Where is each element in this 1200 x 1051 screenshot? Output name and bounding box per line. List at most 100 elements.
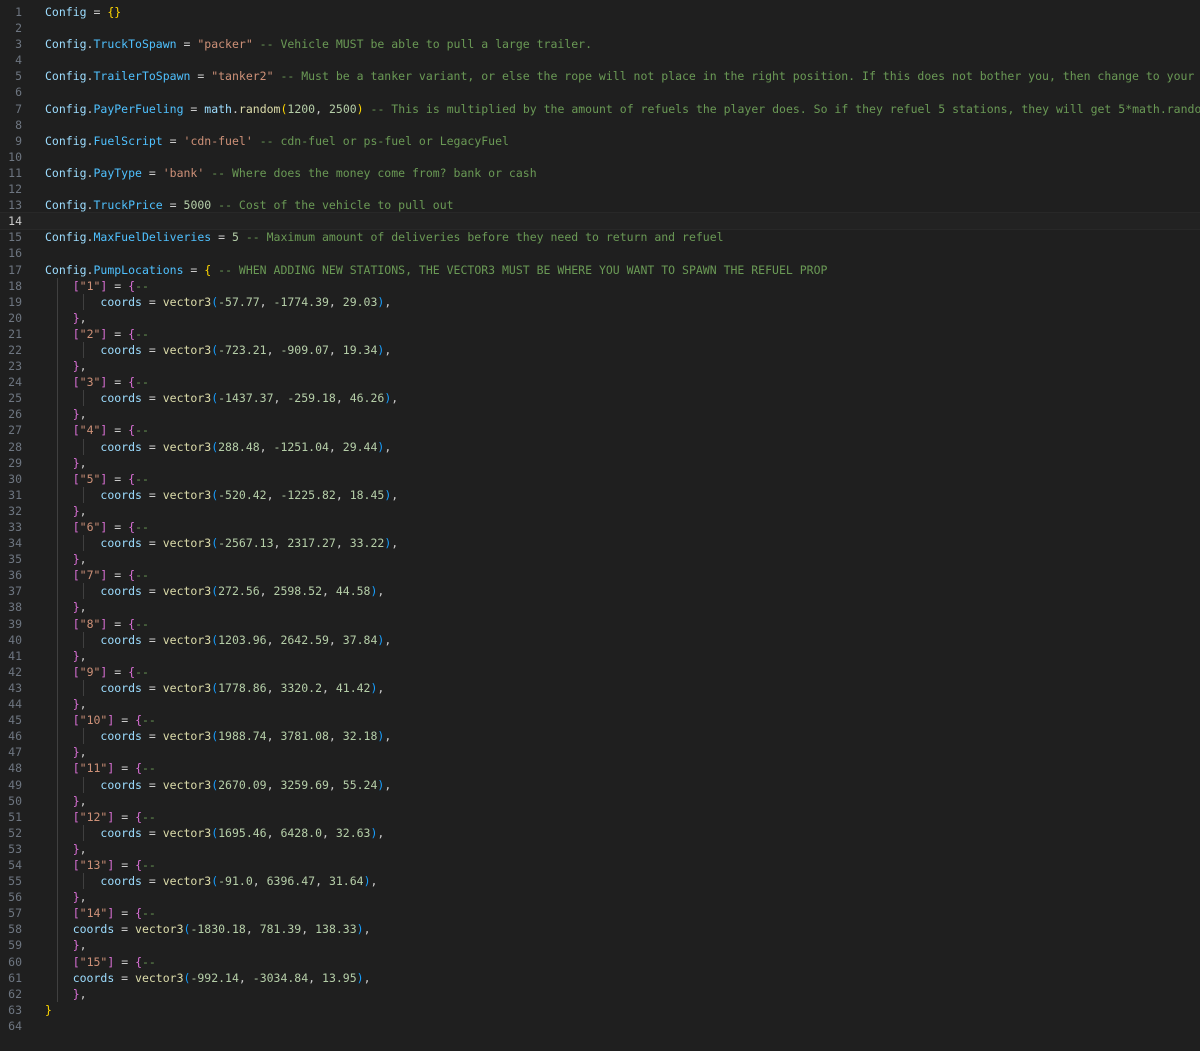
code-line[interactable]: 4 — [0, 52, 1200, 68]
code-line[interactable]: 1 Config = {} — [0, 4, 1200, 20]
code-line[interactable]: 58 coords = vector3(-1830.18, 781.39, 13… — [0, 921, 1200, 938]
code-line[interactable]: 46 coords = vector3(1988.74, 3781.08, 32… — [0, 728, 1200, 745]
code-line[interactable]: 28 coords = vector3(288.48, -1251.04, 29… — [0, 438, 1200, 455]
code-token: , — [79, 407, 87, 422]
code-text: ["12"] = {-- — [45, 809, 156, 825]
code-line[interactable]: 54 ["13"] = {-- — [0, 856, 1200, 874]
code-line[interactable]: 2 — [0, 20, 1200, 36]
code-line[interactable]: 27 ["4"] = {-- — [0, 422, 1200, 439]
code-text: ["8"] = {-- — [45, 616, 149, 632]
code-line[interactable]: 57 ["14"] = {-- — [0, 905, 1200, 922]
code-text: coords = vector3(-57.77, -1774.39, 29.03… — [45, 294, 391, 310]
code-token: } — [72, 986, 80, 1001]
code-token: , — [335, 391, 350, 406]
indent-guide — [57, 776, 58, 793]
code-line[interactable]: 38 }, — [0, 599, 1200, 616]
code-line[interactable]: 59 }, — [0, 937, 1200, 954]
line-number: 45 — [8, 713, 22, 728]
code-line[interactable]: 25 coords = vector3(-1437.37, -259.18, 4… — [0, 390, 1200, 407]
code-line[interactable]: 53 }, — [0, 840, 1200, 857]
code-line[interactable]: 64 — [0, 1018, 1200, 1034]
line-number: 55 — [8, 874, 22, 889]
code-line[interactable]: 34 coords = vector3(-2567.13, 2317.27, 3… — [0, 535, 1200, 552]
code-token: = — [141, 777, 163, 792]
code-token: 272.56 — [218, 584, 260, 599]
code-line[interactable]: 49 coords = vector3(2670.09, 3259.69, 55… — [0, 776, 1200, 793]
code-line[interactable]: 14 — [0, 212, 1200, 231]
code-line[interactable]: 13 Config.TruckPrice = 5000 -- Cost of th… — [0, 197, 1200, 213]
code-line[interactable]: 52 coords = vector3(1695.46, 6428.0, 32.… — [0, 824, 1200, 841]
code-line[interactable]: 21 ["2"] = {-- — [0, 325, 1200, 342]
indent-guide — [57, 567, 58, 584]
code-line[interactable]: 48 ["11"] = {-- — [0, 760, 1200, 777]
code-line[interactable]: 45 ["10"] = {-- — [0, 712, 1200, 729]
code-token: , — [384, 439, 392, 454]
code-line[interactable]: 18 ["1"] = {-- — [0, 277, 1200, 294]
code-line[interactable]: 16 — [0, 245, 1200, 261]
code-line[interactable]: 6 — [0, 84, 1200, 100]
line-number: 30 — [8, 471, 22, 486]
code-line[interactable]: 61 coords = vector3(-992.14, -3034.84, 1… — [0, 969, 1200, 986]
code-line[interactable]: 41 }, — [0, 647, 1200, 664]
code-line[interactable]: 31 coords = vector3(-520.42, -1225.82, 1… — [0, 486, 1200, 503]
code-line[interactable]: 33 ["6"] = {-- — [0, 519, 1200, 536]
code-line[interactable]: 56 }, — [0, 889, 1200, 906]
code-token: , — [391, 391, 399, 406]
code-line[interactable]: 43 coords = vector3(1778.86, 3320.2, 41.… — [0, 679, 1200, 697]
code-line[interactable]: 42 ["9"] = {-- — [0, 663, 1200, 680]
indent-guide — [57, 390, 58, 407]
code-text: }, — [45, 793, 87, 809]
code-token: 2317.27 — [287, 536, 336, 551]
code-line[interactable]: 11 Config.PayType = 'bank' -- Where does … — [0, 165, 1200, 181]
code-token: 44.58 — [335, 584, 371, 599]
code-line[interactable]: 20 }, — [0, 309, 1200, 326]
code-token: = — [162, 198, 184, 213]
code-line[interactable]: 29 }, — [0, 454, 1200, 471]
code-editor[interactable]: 1 Config = {} 2 3 Config.TruckToSpawn = "pac… — [0, 0, 1200, 1051]
code-line[interactable]: 47 }, — [0, 744, 1200, 761]
code-line[interactable]: 35 }, — [0, 551, 1200, 568]
code-line[interactable]: 19 coords = vector3(-57.77, -1774.39, 29… — [0, 293, 1200, 310]
code-token: coords — [100, 487, 142, 502]
code-text: }, — [45, 503, 87, 519]
line-number: 31 — [8, 487, 22, 502]
code-line[interactable]: 51 ["12"] = {-- — [0, 808, 1200, 825]
code-line[interactable]: 32 }, — [0, 502, 1200, 519]
code-token: = — [141, 391, 163, 406]
code-line[interactable]: 63} — [0, 1002, 1200, 1018]
code-line[interactable]: 37 coords = vector3(272.56, 2598.52, 44.… — [0, 583, 1200, 600]
code-token: , — [266, 342, 281, 357]
code-token: } — [72, 648, 80, 663]
code-text: coords = vector3(-723.21, -909.07, 19.34… — [45, 342, 391, 358]
code-line[interactable]: 9 Config.FuelScript = 'cdn-fuel' -- cdn-f… — [0, 133, 1200, 149]
code-line[interactable]: 5 Config.TrailerToSpawn = "tanker2" -- Mu… — [0, 68, 1200, 84]
code-line[interactable]: 22 coords = vector3(-723.21, -909.07, 19… — [0, 341, 1200, 359]
indent-guide — [57, 728, 58, 745]
code-line[interactable]: 24 ["3"] = {-- — [0, 374, 1200, 391]
code-line[interactable]: 7 Config.PayPerFueling = math.random(1200… — [0, 101, 1200, 117]
code-line[interactable]: 50 }, — [0, 792, 1200, 809]
code-line[interactable]: 40 coords = vector3(1203.96, 2642.59, 37… — [0, 631, 1200, 648]
code-line[interactable]: 15 Config.MaxFuelDeliveries = 5 -- Maximu… — [0, 229, 1200, 245]
code-token: 288.48 — [218, 439, 260, 454]
code-line[interactable]: 23 }, — [0, 358, 1200, 375]
code-token: -723.21 — [218, 342, 267, 357]
code-line[interactable]: 10 — [0, 149, 1200, 165]
code-token: coords — [100, 825, 142, 840]
code-line[interactable]: 26 }, — [0, 406, 1200, 423]
code-line[interactable]: 55 coords = vector3(-91.0, 6396.47, 31.6… — [0, 873, 1200, 890]
code-line[interactable]: 39 ["8"] = {-- — [0, 615, 1200, 632]
code-token: Config — [45, 5, 87, 19]
code-line[interactable]: 17 Config.PumpLocations = { -- WHEN ADDIN… — [0, 262, 1200, 278]
indent-guide — [83, 486, 84, 503]
code-line[interactable]: 8 — [0, 117, 1200, 133]
code-line[interactable]: 3 Config.TruckToSpawn = "packer" -- Vehic… — [0, 36, 1200, 52]
code-line[interactable]: 36 ["7"] = {-- — [0, 567, 1200, 584]
code-token: -- — [142, 761, 156, 776]
code-line[interactable]: 44 }, — [0, 696, 1200, 713]
code-line[interactable]: 12 — [0, 181, 1200, 197]
code-line[interactable]: 60 ["15"] = {-- — [0, 953, 1200, 970]
code-line[interactable]: 30 ["5"] = {-- — [0, 470, 1200, 487]
code-line[interactable]: 62 }, — [0, 985, 1200, 1002]
